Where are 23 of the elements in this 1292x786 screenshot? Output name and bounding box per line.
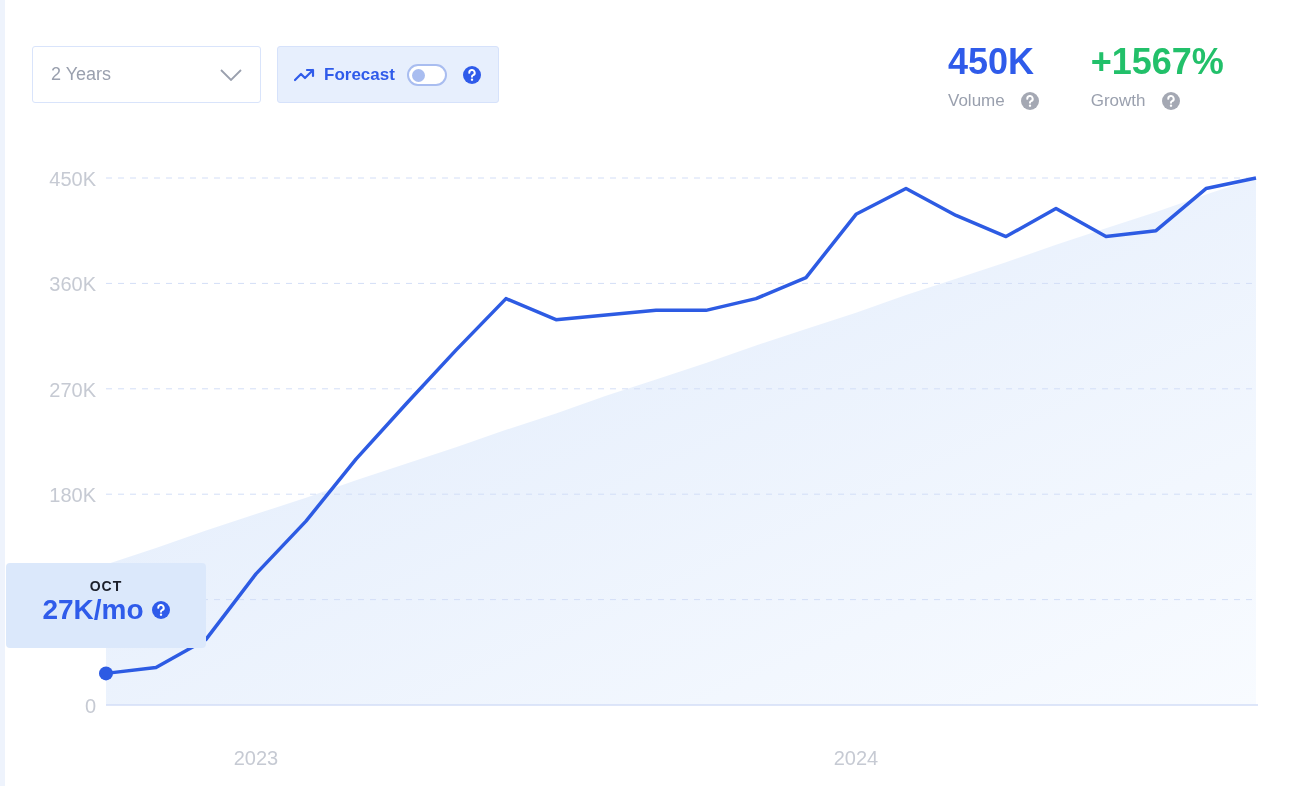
y-axis-label: 450K xyxy=(49,168,96,190)
x-axis-label: 2024 xyxy=(833,747,879,769)
y-axis-label: 0 xyxy=(84,695,96,717)
toggle-switch[interactable] xyxy=(406,63,447,86)
stat-value: +1567% xyxy=(1090,44,1224,80)
tooltip-month: OCT xyxy=(88,579,124,593)
help-icon[interactable] xyxy=(1020,91,1039,110)
forecast-button[interactable]: Forecast xyxy=(277,46,499,103)
trend-up-icon xyxy=(294,67,316,82)
help-icon[interactable] xyxy=(462,65,481,84)
data-point xyxy=(99,666,113,681)
y-axis-label: 360K xyxy=(49,273,96,296)
stat-label: Volume xyxy=(948,90,1005,112)
stat-value: 450K xyxy=(948,44,1036,80)
chevron-down-icon xyxy=(220,68,242,81)
x-axis-label: 2023 xyxy=(233,747,279,769)
tooltip-value: 27K/mo xyxy=(42,593,144,627)
y-axis-label: 270K xyxy=(49,378,96,401)
help-icon[interactable] xyxy=(151,600,170,619)
stat-label: Growth xyxy=(1090,90,1146,112)
help-icon[interactable] xyxy=(1161,91,1180,110)
y-axis-label: 180K xyxy=(49,484,96,507)
period-dropdown[interactable]: 2 Years xyxy=(32,46,261,103)
